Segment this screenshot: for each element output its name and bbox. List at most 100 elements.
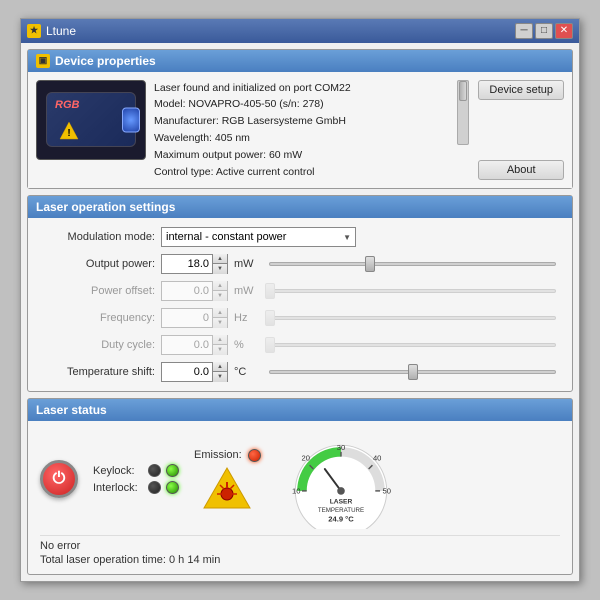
keylock-label: Keylock:: [93, 465, 143, 477]
interlock-row: Interlock:: [93, 481, 179, 494]
modulation-combo[interactable]: internal - constant power ▼: [161, 227, 356, 247]
frequency-label: Frequency:: [40, 312, 155, 324]
maximize-button[interactable]: □: [535, 23, 553, 39]
frequency-input: [162, 311, 212, 325]
svg-text:TEMPERATURE: TEMPERATURE: [318, 507, 364, 514]
main-window: ★ Ltune ─ □ ✕ ▣ Device properties RGB: [20, 18, 580, 583]
title-bar: ★ Ltune ─ □ ✕: [21, 19, 579, 43]
device-info-line6: Control type: Active current control: [154, 164, 452, 181]
frequency-up: ▲: [213, 308, 227, 318]
laser-hazard-warning: [202, 466, 252, 510]
temp-shift-down[interactable]: ▼: [213, 372, 227, 382]
status-header: Laser status: [28, 399, 572, 421]
device-info-line5: Maximum output power: 60 mW: [154, 147, 452, 164]
output-power-slider-thumb[interactable]: [365, 256, 375, 272]
about-button[interactable]: About: [478, 160, 564, 180]
device-info: Laser found and initialized on port COM2…: [154, 80, 470, 181]
modulation-label: Modulation mode:: [40, 231, 155, 243]
emission-led: [248, 449, 261, 462]
scrollbar-track[interactable]: [457, 80, 469, 145]
power-offset-slider-thumb: [265, 283, 275, 299]
output-power-input[interactable]: [162, 257, 212, 271]
output-power-spinbox[interactable]: ▲ ▼: [161, 254, 228, 274]
output-power-label: Output power:: [40, 258, 155, 270]
svg-text:40: 40: [373, 454, 381, 463]
power-offset-label: Power offset:: [40, 285, 155, 297]
output-power-up[interactable]: ▲: [213, 254, 227, 264]
frequency-unit: Hz: [234, 312, 259, 324]
status-content: ⏻ Keylock: Interlock:: [28, 421, 572, 574]
operation-settings-panel: Laser operation settings Modulation mode…: [27, 195, 573, 392]
duty-cycle-input: [162, 338, 212, 352]
temp-shift-label: Temperature shift:: [40, 366, 155, 378]
laser-rgb-label: RGB: [55, 99, 79, 111]
power-offset-spinbox: ▲ ▼: [161, 281, 228, 301]
emission-label: Emission:: [194, 449, 242, 461]
duty-cycle-unit: %: [234, 339, 259, 351]
emission-group: Emission:: [194, 449, 261, 510]
svg-text:24.9 °C: 24.9 °C: [328, 515, 354, 524]
temp-shift-slider[interactable]: [269, 370, 556, 374]
power-offset-spin-buttons: ▲ ▼: [212, 281, 227, 301]
svg-text:!: !: [67, 128, 70, 139]
power-button[interactable]: ⏻: [40, 460, 78, 498]
device-buttons: Device setup About: [478, 80, 564, 181]
temp-shift-unit: °C: [234, 366, 259, 378]
status-footer: No error Total laser operation time: 0 h…: [40, 535, 560, 566]
keylock-led-2: [166, 464, 179, 477]
indicators-group: Keylock: Interlock:: [93, 464, 179, 494]
device-info-scrollbar[interactable]: [456, 80, 470, 181]
output-power-unit: mW: [234, 258, 259, 270]
no-error-text: No error: [40, 540, 560, 552]
svg-text:LASER: LASER: [329, 499, 352, 506]
power-offset-slider: [269, 289, 556, 293]
output-power-spin-buttons: ▲ ▼: [212, 254, 227, 274]
output-power-down[interactable]: ▼: [213, 264, 227, 274]
device-info-line3: Manufacturer: RGB Lasersysteme GmbH: [154, 113, 452, 130]
temp-shift-slider-thumb[interactable]: [408, 364, 418, 380]
laser-warning-image: !: [59, 121, 79, 141]
frequency-spinbox: ▲ ▼: [161, 308, 228, 328]
svg-text:50: 50: [382, 487, 390, 496]
interlock-label: Interlock:: [93, 482, 143, 494]
temp-shift-row: Temperature shift: ▲ ▼ °C: [40, 361, 560, 383]
main-content: ▣ Device properties RGB !: [21, 49, 579, 576]
gauge-svg: 10 20 30 40 50: [286, 429, 396, 529]
laser-lens: [122, 107, 140, 132]
power-icon: ⏻: [53, 470, 66, 488]
interlock-led-1: [148, 481, 161, 494]
output-power-slider[interactable]: [269, 262, 556, 266]
svg-text:30: 30: [336, 443, 344, 452]
close-button[interactable]: ✕: [555, 23, 573, 39]
svg-text:10: 10: [292, 487, 300, 496]
keylock-led-1: [148, 464, 161, 477]
status-main-row: ⏻ Keylock: Interlock:: [40, 429, 560, 529]
settings-grid: Modulation mode: internal - constant pow…: [28, 218, 572, 391]
laser-body: RGB !: [46, 92, 136, 147]
duty-cycle-slider-thumb: [265, 337, 275, 353]
power-offset-down: ▼: [213, 291, 227, 301]
power-offset-input: [162, 284, 212, 298]
duty-cycle-down: ▼: [213, 345, 227, 355]
duty-cycle-slider: [269, 343, 556, 347]
device-info-line4: Wavelength: 405 nm: [154, 130, 452, 147]
scrollbar-thumb[interactable]: [459, 81, 467, 101]
frequency-spin-buttons: ▲ ▼: [212, 308, 227, 328]
interlock-led-2: [166, 481, 179, 494]
device-info-line2: Model: NOVAPRO-405-50 (s/n: 278): [154, 96, 452, 113]
operation-header: Laser operation settings: [28, 196, 572, 218]
temperature-gauge: 10 20 30 40 50: [286, 429, 396, 529]
temp-shift-up[interactable]: ▲: [213, 362, 227, 372]
laser-status-panel: Laser status ⏻ Keylock:: [27, 398, 573, 575]
temp-shift-input[interactable]: [162, 365, 212, 379]
device-info-line1: Laser found and initialized on port COM2…: [154, 80, 452, 97]
device-setup-button[interactable]: Device setup: [478, 80, 564, 100]
temp-shift-spinbox[interactable]: ▲ ▼: [161, 362, 228, 382]
device-properties-content: RGB ! Laser found and initialized on por…: [28, 72, 572, 189]
minimize-button[interactable]: ─: [515, 23, 533, 39]
output-power-row: Output power: ▲ ▼ mW: [40, 253, 560, 275]
laser-image: RGB !: [36, 80, 146, 160]
operation-time-text: Total laser operation time: 0 h 14 min: [40, 554, 560, 566]
device-properties-panel: ▣ Device properties RGB !: [27, 49, 573, 190]
frequency-slider: [269, 316, 556, 320]
